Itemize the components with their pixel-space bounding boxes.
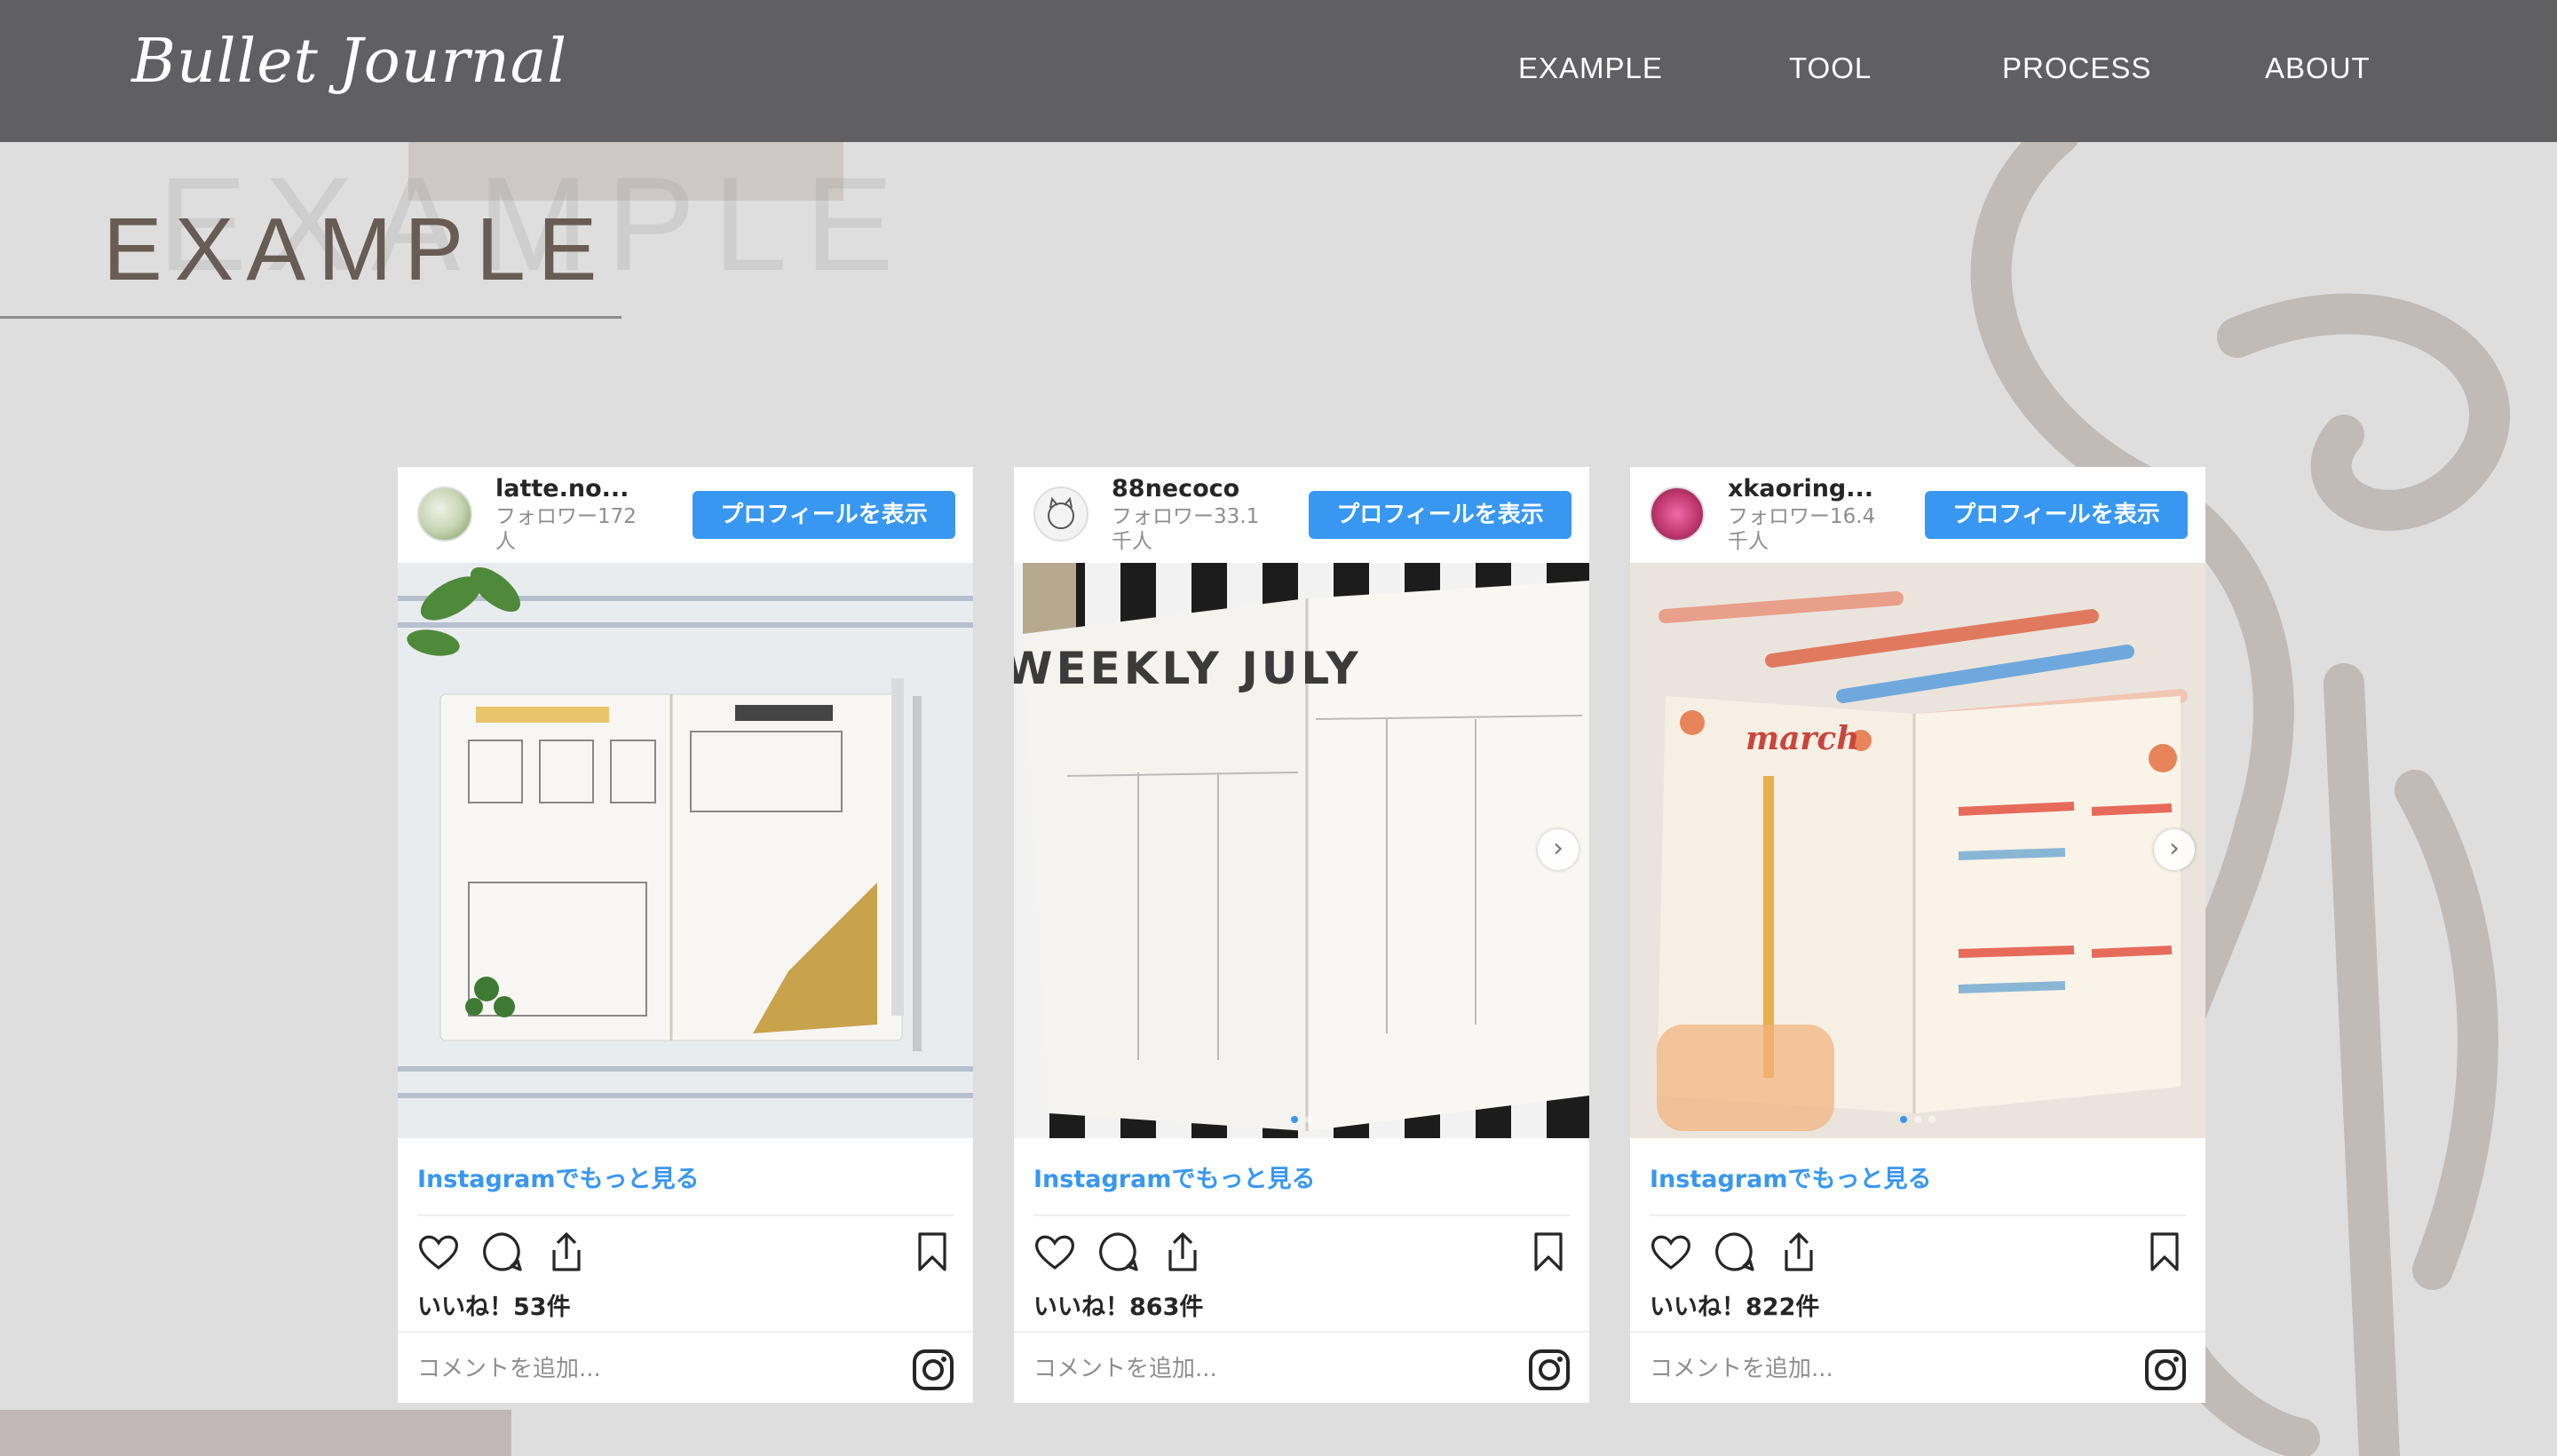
bookmark-icon[interactable] (1525, 1229, 1571, 1275)
next-photo-button[interactable]: › (2154, 829, 2195, 870)
view-profile-button[interactable]: プロフィールを表示 (1925, 491, 2188, 539)
heart-icon[interactable] (1032, 1229, 1078, 1275)
post-photo[interactable] (398, 563, 973, 1138)
view-profile-button[interactable]: プロフィールを表示 (1309, 491, 1571, 539)
post-photo[interactable]: WEEKLY JULY › (1014, 563, 1589, 1138)
divider (398, 1331, 973, 1333)
divider (1014, 1331, 1589, 1333)
instagram-icon[interactable] (1527, 1348, 1571, 1392)
next-photo-button[interactable]: › (1538, 829, 1579, 870)
share-icon[interactable] (543, 1229, 590, 1275)
journal-photo-image: march (1630, 563, 2205, 1138)
nav-item-example[interactable]: EXAMPLE (1518, 51, 1663, 85)
share-icon[interactable] (1776, 1229, 1822, 1275)
photo-caption: march (1746, 720, 1859, 757)
bookmark-icon[interactable] (2141, 1229, 2188, 1275)
like-count: いいね！863件 (1033, 1294, 1204, 1321)
instagram-embed-card: xkaoring... フォロワー16.4千人 プロフィールを表示 march … (1630, 467, 2205, 1403)
heart-icon[interactable] (1648, 1229, 1694, 1275)
comment-input[interactable] (1648, 1349, 2122, 1389)
nav-item-tool[interactable]: TOOL (1789, 51, 1872, 85)
instagram-icon[interactable] (2143, 1348, 2188, 1392)
avatar[interactable] (417, 487, 472, 542)
carousel-dots (1630, 1110, 2205, 1127)
follower-count: フォロワー33.1千人 (1112, 505, 1260, 553)
nav-item-process[interactable]: PROCESS (2002, 51, 2151, 85)
username[interactable]: xkaoring... (1728, 475, 1873, 502)
comment-icon[interactable] (479, 1229, 526, 1275)
site-header: Bullet Journal EXAMPLE TOOL PROCESS ABOU… (0, 0, 2557, 142)
page-title: EXAMPLE (103, 200, 610, 299)
instagram-embed-card: 88necoco フォロワー33.1千人 プロフィールを表示 WEEKLY JU… (1014, 467, 1589, 1403)
comment-input[interactable] (416, 1349, 890, 1389)
divider (1033, 1215, 1570, 1216)
username[interactable]: latte.no... (495, 475, 629, 502)
comment-icon[interactable] (1712, 1229, 1758, 1275)
main-nav: EXAMPLE TOOL PROCESS ABOUT (0, 51, 2557, 96)
journal-photo-image: WEEKLY JULY (1014, 563, 1589, 1138)
like-count: いいね！53件 (417, 1294, 571, 1321)
instagram-more-link[interactable]: Instagramでもっと見る (1033, 1159, 1315, 1194)
divider (1630, 1331, 2205, 1333)
username[interactable]: 88necoco (1112, 475, 1239, 502)
follower-count: フォロワー16.4千人 (1728, 505, 1876, 553)
card-header: 88necoco フォロワー33.1千人 プロフィールを表示 (1014, 467, 1589, 563)
avatar[interactable] (1033, 487, 1089, 542)
decor-block-bottom (0, 1410, 511, 1456)
instagram-embed-card: latte.no... フォロワー172人 プロフィールを表示 Instagra… (398, 467, 973, 1403)
instagram-more-link[interactable]: Instagramでもっと見る (417, 1159, 699, 1194)
carousel-dots (1014, 1110, 1589, 1127)
comment-icon[interactable] (1096, 1229, 1142, 1275)
heart-icon[interactable] (416, 1229, 462, 1275)
title-underline (0, 316, 621, 319)
share-icon[interactable] (1160, 1229, 1206, 1275)
nav-item-about[interactable]: ABOUT (2265, 51, 2371, 85)
avatar-cat-icon (1048, 496, 1074, 529)
view-profile-button[interactable]: プロフィールを表示 (693, 491, 955, 539)
follower-count: フォロワー172人 (495, 505, 637, 553)
card-header: xkaoring... フォロワー16.4千人 プロフィールを表示 (1630, 467, 2205, 563)
bookmark-icon[interactable] (909, 1229, 955, 1275)
card-header: latte.no... フォロワー172人 プロフィールを表示 (398, 467, 973, 563)
like-count: いいね！822件 (1650, 1294, 1820, 1321)
journal-photo-image (398, 563, 973, 1138)
divider (1650, 1215, 2186, 1216)
divider (417, 1215, 954, 1216)
photo-caption: WEEKLY JULY (1014, 643, 1362, 694)
instagram-icon[interactable] (911, 1348, 955, 1392)
comment-input[interactable] (1032, 1349, 1506, 1389)
instagram-more-link[interactable]: Instagramでもっと見る (1650, 1159, 1931, 1194)
avatar[interactable] (1650, 487, 1705, 542)
post-photo[interactable]: march › (1630, 563, 2205, 1138)
